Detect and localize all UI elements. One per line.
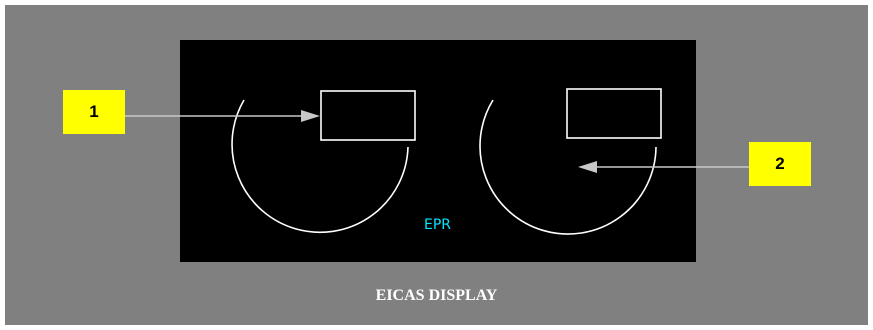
callout-2-number: 2	[775, 154, 785, 173]
callout-1-arrowhead	[301, 110, 320, 122]
callout-2-badge: 2	[749, 142, 811, 186]
callout-2-arrowhead	[578, 161, 597, 173]
display-caption: EICAS DISPLAY	[375, 287, 498, 304]
left-epr-readout-box	[320, 90, 416, 141]
callout-1-number: 1	[89, 102, 99, 121]
callout-1-badge: 1	[63, 90, 125, 134]
right-epr-readout-box	[566, 88, 662, 139]
left-epr-dial-arc	[231, 99, 409, 234]
epr-label: EPR	[424, 217, 452, 233]
eicas-diagram	[125, 88, 749, 235]
